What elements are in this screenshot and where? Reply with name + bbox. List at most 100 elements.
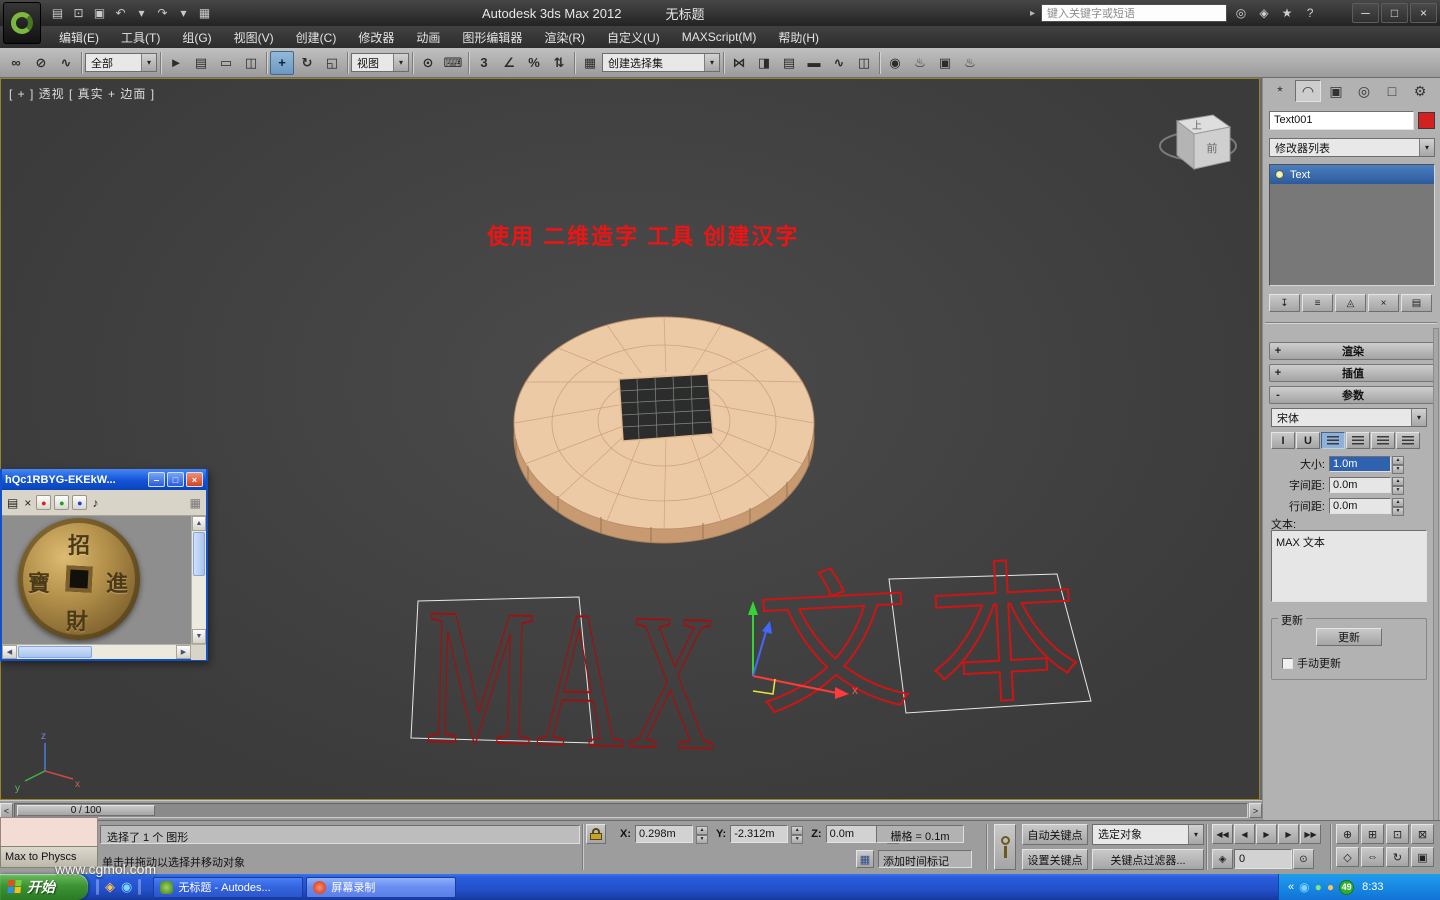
update-button[interactable]: 更新: [1316, 628, 1382, 646]
video-player-window[interactable]: hQc1RBYG-EKEkW... ‒ □ × ▤ × ● ● ● ♪ ▦ 招 進 財 寶…: [0, 469, 208, 661]
snaps-toggle-icon[interactable]: 3: [472, 51, 496, 75]
orbit-icon[interactable]: ↻: [1386, 847, 1409, 867]
quick-launch-icon-1[interactable]: ◈: [105, 879, 115, 895]
perspective-viewport[interactable]: [ + ] 透视 [ 真实 + 边面 ] 使用 二维造字 工具 创建汉字 MAX…: [0, 78, 1260, 800]
key-mode-toggle-button[interactable]: ◈: [1212, 849, 1233, 869]
macro-recorder-pane[interactable]: [0, 817, 98, 847]
render-production-icon[interactable]: ♨: [958, 51, 982, 75]
chevron-down-icon[interactable]: ▾: [704, 54, 719, 71]
select-and-scale-icon[interactable]: ◱: [320, 51, 344, 75]
horizontal-scroll-thumb[interactable]: [18, 646, 92, 658]
menu-item[interactable]: 自定义(U): [596, 26, 671, 48]
keyboard-override-icon[interactable]: ⌨: [441, 51, 465, 75]
time-slider-left-arrow[interactable]: <: [0, 803, 13, 818]
create-tab[interactable]: *: [1267, 80, 1293, 102]
application-menu-button[interactable]: [3, 2, 41, 44]
scroll-up-icon[interactable]: ▲: [192, 516, 206, 531]
italic-button[interactable]: I: [1271, 432, 1295, 449]
save-file-icon[interactable]: ▣: [90, 4, 109, 22]
leading-field[interactable]: 0.0m: [1329, 498, 1391, 514]
minimize-button[interactable]: ‒: [148, 472, 165, 487]
menu-item[interactable]: 编辑(E): [48, 26, 110, 48]
vertical-scrollbar[interactable]: ▲ ▼: [191, 516, 206, 644]
spinner-snap-icon[interactable]: ⇅: [547, 51, 571, 75]
scroll-down-icon[interactable]: ▼: [192, 629, 206, 644]
menu-item[interactable]: 创建(C): [285, 26, 348, 48]
percent-snap-icon[interactable]: %: [522, 51, 546, 75]
mirror-icon[interactable]: ⋈: [727, 51, 751, 75]
material-editor-icon[interactable]: ◉: [883, 51, 907, 75]
rollout-render[interactable]: + 渲染: [1269, 342, 1435, 360]
quick-launch-handle[interactable]: [96, 879, 99, 895]
kerning-field[interactable]: 0.0m: [1329, 477, 1391, 493]
align-left-button[interactable]: [1321, 432, 1345, 449]
render-setup-icon[interactable]: ♨: [908, 51, 932, 75]
current-frame-field[interactable]: 0: [1234, 849, 1292, 869]
redo-icon[interactable]: ↷: [153, 4, 172, 22]
menu-item[interactable]: 工具(T): [110, 26, 171, 48]
modify-tab[interactable]: ◠: [1295, 80, 1321, 102]
record-blue-icon[interactable]: ●: [72, 495, 88, 510]
tray-icon-antivirus[interactable]: ●: [1315, 880, 1322, 894]
leading-spinner[interactable]: ▲ ▼: [1392, 498, 1404, 516]
tray-badge-count[interactable]: 49: [1339, 879, 1355, 895]
chevron-down-icon[interactable]: ▾: [141, 54, 156, 71]
curve-editor-icon[interactable]: ∿: [827, 51, 851, 75]
object-name-field[interactable]: Text001: [1269, 111, 1414, 130]
new-scene-icon[interactable]: ▤: [48, 4, 67, 22]
ribbon-toggle-icon[interactable]: ▬: [802, 51, 826, 75]
y-spinner[interactable]: ▲ ▼: [791, 826, 804, 844]
play-button[interactable]: ▶: [1256, 824, 1277, 844]
maximize-button[interactable]: □: [1381, 3, 1408, 23]
align-icon[interactable]: ◨: [752, 51, 776, 75]
remove-modifier-icon[interactable]: ×: [1368, 294, 1399, 312]
object-color-swatch[interactable]: [1418, 112, 1435, 129]
time-slider-right-arrow[interactable]: >: [1249, 803, 1262, 818]
set-key-button[interactable]: 设置关键点: [1022, 849, 1088, 870]
infocenter-arrow-icon[interactable]: ▸: [1030, 8, 1035, 19]
menu-item[interactable]: 渲染(R): [533, 26, 596, 48]
zoom-extents-all-icon[interactable]: ⊠: [1411, 824, 1434, 844]
named-selection-sets-icon[interactable]: ▦: [578, 51, 602, 75]
wire-text-max[interactable]: MAX: [423, 567, 723, 793]
reference-coordinate-dropdown[interactable]: 视图 ▾: [351, 53, 409, 72]
go-to-end-button[interactable]: ▶▶: [1300, 824, 1321, 844]
selection-region-icon[interactable]: ▭: [214, 51, 238, 75]
select-and-manipulate-icon[interactable]: ⊙: [416, 51, 440, 75]
named-selection-set-dropdown[interactable]: 创建选择集 ▾: [602, 53, 720, 72]
font-dropdown[interactable]: 宋体 ▾: [1271, 408, 1427, 427]
task-screen-record[interactable]: 屏幕录制: [306, 876, 457, 898]
tray-icon-updates[interactable]: ●: [1327, 880, 1334, 894]
align-center-button[interactable]: [1346, 432, 1370, 449]
audio-icon[interactable]: ♪: [92, 496, 98, 510]
undo-icon[interactable]: ↶: [111, 4, 130, 22]
redo-dropdown-icon[interactable]: ▾: [174, 4, 193, 22]
x-coordinate-field[interactable]: 0.298m: [635, 825, 693, 843]
zoom-extents-icon[interactable]: ⊡: [1386, 824, 1409, 844]
player-title-bar[interactable]: hQc1RBYG-EKEkW... ‒ □ ×: [2, 469, 206, 490]
menu-item[interactable]: 图形编辑器: [451, 26, 533, 48]
close-clip-icon[interactable]: ×: [24, 496, 31, 510]
record-red-icon[interactable]: ●: [36, 495, 52, 510]
align-right-button[interactable]: [1371, 432, 1395, 449]
wire-text-cjk[interactable]: 文本: [753, 547, 1103, 735]
taskbar-clock[interactable]: 8:33: [1362, 881, 1383, 893]
menu-item[interactable]: 修改器: [347, 26, 405, 48]
kerning-spinner[interactable]: ▲ ▼: [1392, 477, 1404, 495]
modifier-stack[interactable]: Text: [1269, 164, 1435, 286]
key-filter-selection-dropdown[interactable]: 选定对象 ▾: [1092, 824, 1204, 845]
chevron-down-icon[interactable]: ▾: [1419, 139, 1434, 156]
utilities-tab[interactable]: ⚙: [1407, 80, 1433, 102]
size-spinner[interactable]: ▲ ▼: [1392, 456, 1404, 474]
horizontal-scrollbar[interactable]: ◀ ▶: [2, 644, 206, 660]
rollout-parameters[interactable]: - 参数: [1269, 386, 1435, 404]
viewport-label[interactable]: [ + ] 透视 [ 真实 + 边面 ]: [9, 85, 155, 102]
select-and-link-icon[interactable]: ∞: [4, 51, 28, 75]
communication-center-icon[interactable]: ◈: [1256, 6, 1272, 20]
select-by-name-icon[interactable]: ▤: [189, 51, 213, 75]
modifier-list-dropdown[interactable]: 修改器列表 ▾: [1269, 138, 1435, 157]
set-key-big-button[interactable]: [994, 824, 1016, 870]
scroll-right-icon[interactable]: ▶: [176, 645, 191, 659]
auto-key-button[interactable]: 自动关键点: [1022, 824, 1088, 845]
hide-icons-chevron-icon[interactable]: «: [1288, 881, 1294, 893]
